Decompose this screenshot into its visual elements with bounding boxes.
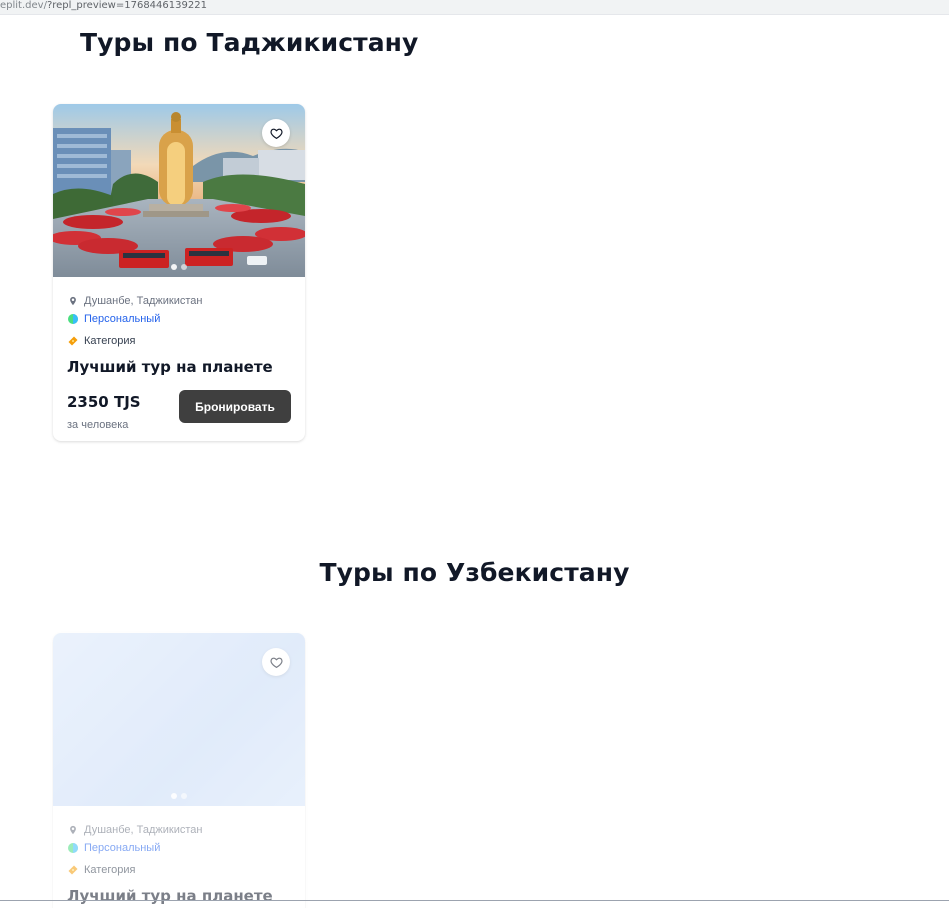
ticket-icon [67,864,79,876]
location-row: Душанбе, Таджикистан [67,821,291,839]
section-title-tajikistan: Туры по Таджикистану [80,28,419,57]
carousel-dot[interactable] [171,793,177,799]
map-pin-icon [67,824,79,836]
tour-card[interactable]: Душанбе, Таджикистан Персональный Катего… [53,633,305,908]
type-row: Персональный [67,310,291,328]
price-block: 2350 TJS за человека [67,390,141,431]
image-carousel-dots[interactable] [53,264,305,270]
location-text: Душанбе, Таджикистан [84,824,203,836]
ticket-icon [67,335,79,347]
image-carousel-dots[interactable] [53,793,305,799]
carousel-dot[interactable] [171,264,177,270]
viewport-bottom-divider [0,900,949,901]
card-body: Душанбе, Таджикистан Персональный Катего… [53,277,305,431]
carousel-dot[interactable] [181,264,187,270]
category-row: Категория [67,332,291,350]
heart-icon [269,657,283,668]
map-pin-icon [67,295,79,307]
section-title-uzbekistan: Туры по Узбекистану [319,558,630,587]
tour-title[interactable]: Лучший тур на планете [67,358,291,380]
heart-icon [269,128,283,139]
tour-type[interactable]: Персональный [84,842,160,854]
category-text: Категория [84,864,136,876]
tour-title[interactable]: Лучший тур на планете [67,887,291,908]
price-note: за человека [67,419,129,431]
address-bar[interactable]: eplit.dev/?repl_preview=1768446139221 [0,0,949,15]
tour-type[interactable]: Персональный [84,313,160,325]
tour-price: 2350 TJS [67,393,141,411]
tour-image[interactable] [53,633,305,806]
location-row: Душанбе, Таджикистан [67,292,291,310]
category-row: Категория [67,861,291,879]
card-body: Душанбе, Таджикистан Персональный Катего… [53,806,305,908]
tour-image[interactable] [53,104,305,277]
url-query: ?repl_preview=1768446139221 [46,0,207,11]
category-text: Категория [84,335,136,347]
price-row: 2350 TJS за человека Бронировать [67,390,291,431]
globe-icon [67,313,79,325]
url-prefix: eplit.dev/ [0,0,47,11]
carousel-dot[interactable] [181,793,187,799]
type-row: Персональный [67,839,291,857]
favorite-button[interactable] [262,119,290,147]
location-text: Душанбе, Таджикистан [84,295,203,307]
tour-card[interactable]: Душанбе, Таджикистан Персональный Катего… [53,104,305,441]
book-button[interactable]: Бронировать [179,390,291,423]
globe-icon [67,842,79,854]
favorite-button[interactable] [262,648,290,676]
